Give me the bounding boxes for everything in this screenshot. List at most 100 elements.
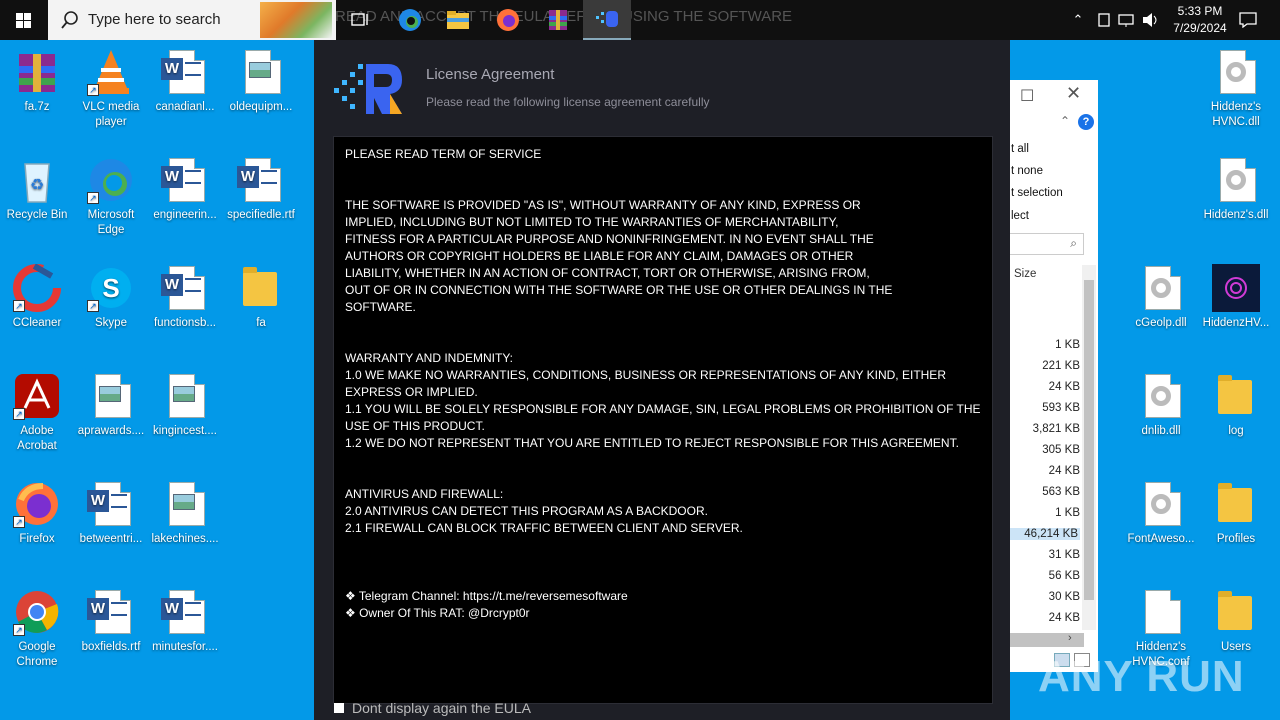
terms-warranty-section: WARRANTY AND INDEMNITY: 1.0 WE MAKE NO W… [345,351,981,450]
ccleaner-icon: ↗ [13,263,61,312]
desktop-icon-label: Profiles [1216,533,1256,545]
horizontal-scrollbar[interactable] [1008,633,1084,647]
desktop-icon[interactable]: ↗ Adobe Acrobat [0,372,74,454]
terms-owner-line: ❖ Owner Of This RAT: @Drcrypt0r [345,606,530,620]
tray-network-icon[interactable] [1116,0,1138,40]
volume-icon [1143,13,1157,27]
blank-file-icon [1137,588,1185,636]
tray-device-icon[interactable] [1094,0,1114,40]
show-hidden-icons-button[interactable]: ⌃ [1068,0,1088,40]
clock-time: 5:33 PM [1177,4,1223,18]
help-icon[interactable]: ? [1078,114,1094,130]
action-center-button[interactable] [1232,0,1264,40]
desktop-icon[interactable]: log [1199,372,1273,439]
desktop-icon[interactable]: fa.7z [0,48,74,115]
desktop-icon[interactable]: oldequipm... [224,48,298,115]
desktop-icon[interactable]: Hiddenz's HVNC.dll [1199,48,1273,130]
task-view-button[interactable] [336,0,384,40]
menu-select-none[interactable]: t none [1011,165,1043,177]
desktop-icon[interactable]: S ↗ Skype [74,264,148,331]
desktop-icon[interactable]: kingincest.... [148,372,222,439]
taskbar-search-box[interactable]: Type here to search [48,0,336,40]
reverse-app-logo-icon [596,11,618,27]
desktop-icon[interactable]: Wboxfields.rtf [74,588,148,655]
menu-select-all[interactable]: t all [1011,143,1029,155]
file-size-cell: 56 KB [1048,570,1080,582]
notification-icon [1239,12,1257,28]
file-size-cell: 1 KB [1055,339,1080,351]
desktop-icon[interactable]: FontAweso... [1124,480,1198,547]
file-size-cell: 24 KB [1048,381,1080,393]
file-size-cell: 24 KB [1048,465,1080,477]
winrar-icon [549,10,567,30]
file-size-cell: 305 KB [1042,444,1080,456]
desktop-icon[interactable]: Profiles [1199,480,1273,547]
clock-date: 7/29/2024 [1173,21,1227,35]
maximize-icon[interactable]: ☐ [1020,86,1034,106]
dll-gear-icon [1212,156,1260,204]
folder-icon [1212,588,1260,636]
file-size-cell: 46,214 KB [1004,528,1080,540]
dll-gear-icon [1137,264,1185,312]
desktop-icon[interactable]: HiddenzHV... [1199,264,1273,331]
terms-telegram-line: ❖ Telegram Channel: https://t.me/reverse… [345,589,628,603]
taskbar-file-explorer[interactable] [434,0,482,40]
taskbar-clock[interactable]: 5:33 PM 7/29/2024 [1160,3,1240,37]
desktop-icon[interactable]: ↗ VLC media player [74,48,148,130]
desktop-icon[interactable]: Users [1199,588,1273,655]
dll-gear-icon [1137,480,1185,528]
desktop-icon[interactable]: Wspecifiedle.rtf [224,156,298,223]
desktop-icon[interactable]: Wbetweentri... [74,480,148,547]
taskbar-firefox[interactable] [484,0,532,40]
chevron-right-icon[interactable]: › [1068,632,1072,644]
desktop-icon-label: Recycle Bin [6,209,68,221]
tray-volume-icon[interactable] [1140,0,1162,40]
chrome-icon: ↗ [13,588,61,636]
chevron-up-icon[interactable]: ⌃ [1060,114,1070,128]
desktop-icon-label: VLC media player [82,101,140,128]
desktop-icon[interactable]: ↗ Firefox [0,480,74,547]
taskbar-edge[interactable] [386,0,434,40]
desktop-icon[interactable]: ↗ CCleaner [0,263,74,331]
desktop-icon[interactable]: ↗ Microsoft Edge [74,156,148,238]
file-explorer-window: ☐ ✕ ⌃ ? t all t none t selection lect ⌕ … [1004,80,1098,672]
dll-gear-icon [1137,372,1185,420]
desktop-icon[interactable]: lakechines.... [148,480,222,547]
close-icon[interactable]: ✕ [1066,83,1081,104]
file-size-cell: 221 KB [1042,360,1080,372]
folder-icon [447,11,469,29]
desktop-icon-label: betweentri... [79,533,143,545]
anyrun-watermark: ANY RUN [1038,652,1245,701]
start-button[interactable] [0,0,48,40]
word-doc-icon: W [161,588,209,636]
taskbar-license-app[interactable] [583,0,631,40]
menu-select[interactable]: lect [1011,210,1029,222]
dll-gear-icon [1212,48,1260,96]
license-agreement-window: License Agreement Please read the follow… [314,40,1010,720]
taskbar-winrar[interactable] [534,0,582,40]
image-file-icon [161,372,209,420]
desktop-icon[interactable]: ↗ Google Chrome [0,588,74,670]
explorer-search-input[interactable]: ⌕ [1008,233,1084,255]
size-column-header[interactable]: Size [1014,268,1036,280]
dont-show-again-checkbox[interactable]: Dont display again the EULA [334,700,531,716]
vlc-icon: ↗ [87,48,135,96]
desktop-icon[interactable]: Wfunctionsb... [148,264,222,331]
desktop-icon-label: fa [256,317,266,329]
desktop-icon[interactable]: Wminutesfor.... [148,588,222,655]
menu-invert-selection[interactable]: t selection [1011,187,1063,199]
desktop-icon[interactable]: ♻ Recycle Bin [0,156,74,223]
checkbox-box[interactable] [334,703,344,713]
desktop-icon[interactable]: fa [224,264,298,331]
desktop-icon[interactable]: Hiddenz's.dll [1199,156,1273,223]
terms-text-area[interactable]: PLEASE READ TERM OF SERVICE THE SOFTWARE… [333,136,993,704]
windows-logo-icon [16,13,31,28]
desktop-icon-label: FontAweso... [1127,533,1195,545]
desktop-icon[interactable]: cGeolp.dll [1124,264,1198,331]
desktop-icon[interactable]: aprawards.... [74,372,148,439]
desktop-icon[interactable]: dnlib.dll [1124,372,1198,439]
firefox-icon: ↗ [13,480,61,528]
desktop-icon[interactable]: Wcanadianl... [148,48,222,115]
desktop-icon[interactable]: Wengineerin... [148,156,222,223]
scrollbar-thumb[interactable] [1084,280,1094,600]
